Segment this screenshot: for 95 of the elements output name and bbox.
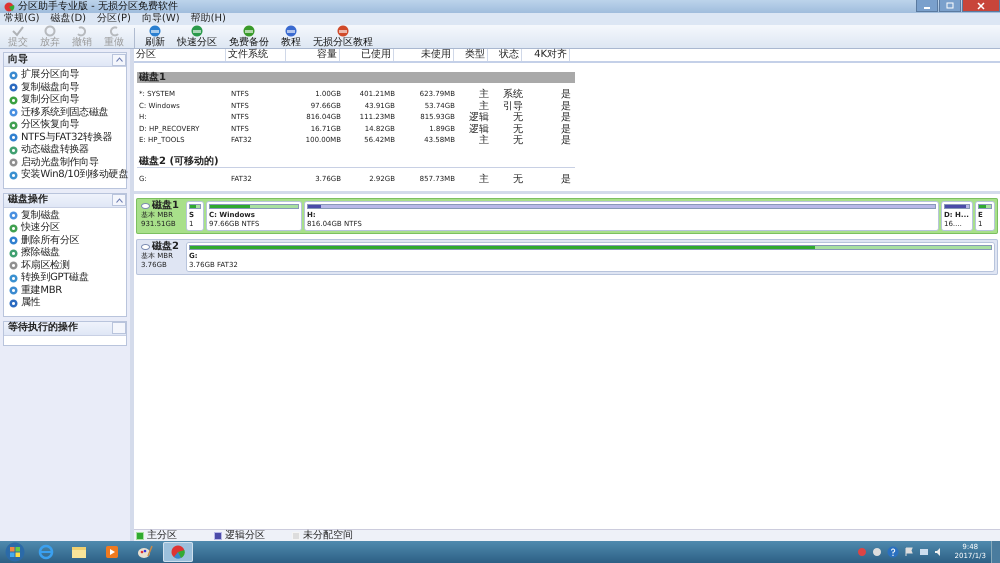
panel-title: 等待执行的操作 [7,322,78,334]
maximize-button[interactable] [939,0,961,12]
app-icon [70,544,88,560]
collapse-button[interactable] [112,194,126,206]
table-cell-text: 是 [560,124,572,135]
disk-group-title: 磁盘2 (可移动的) [139,156,219,166]
column-header[interactable]: 已使用 [340,49,394,61]
table-cell-text: 是 [560,112,572,124]
table-cell-text: 无 [512,135,524,146]
table-cell-text: 无 [512,174,524,185]
sidebar-item[interactable]: 复制磁盘向导 [9,82,126,94]
table-cell-text: 无 [512,124,524,135]
sidebar-item[interactable]: 启动光盘制作向导 [9,156,126,169]
toolbar-icon [43,25,57,37]
column-header[interactable]: 容量 [286,49,340,61]
table-cell-text: 是 [560,89,572,100]
sidebar-item[interactable]: 复制磁盘 [9,210,126,222]
toolbar-icon [75,25,89,37]
menu-item[interactable]: 常规(G) [4,13,40,25]
sidebar-item[interactable]: 删除所有分区 [9,234,126,247]
tray-icon[interactable] [872,547,882,557]
sidebar-item[interactable]: 属性 [9,297,126,310]
sidebar-item[interactable]: 分区恢复向导 [9,119,126,132]
toolbar-icon [284,25,298,37]
sidebar-item[interactable]: 坏扇区检测 [9,260,126,272]
column-header[interactable]: 状态 [488,49,522,61]
sidebar-item[interactable]: 重建MBR [9,284,126,297]
toolbar-button[interactable]: 刷新 [139,25,171,48]
minimize-button[interactable] [916,0,938,12]
app-icon [136,544,154,560]
table-cell-text: 无 [512,112,524,124]
toolbar-icon [107,25,121,37]
sidebar-item[interactable]: 转换到GPT磁盘 [9,272,126,284]
toolbar-icon [242,25,256,37]
toolbar-button[interactable]: 免费备份 [223,25,275,48]
table-cell-text: 逻辑 [468,124,490,134]
disk-icon [141,244,150,250]
table-cell-text: 是 [560,174,572,185]
disk-name: 磁盘2 [152,242,179,252]
sidebar-item[interactable]: 擦除磁盘 [9,247,126,260]
sidebar-item[interactable]: 迁移系统到固态磁盘 [9,106,126,119]
toolbar-icon [11,25,25,37]
close-button[interactable] [962,0,1000,12]
table-cell-text: 是 [560,135,572,146]
table-cell-text: 逻辑 [468,112,490,124]
panel-title: 磁盘操作 [6,194,48,206]
table-cell-text: 主 [478,100,490,112]
disk-name: 磁盘1 [152,201,179,211]
sidebar-item[interactable]: 快速分区 [9,222,126,234]
legend-label: 未分配空间 [303,530,353,541]
app-icon [3,2,15,12]
taskbar-app[interactable] [163,542,193,562]
column-header[interactable]: 分区 [134,49,226,61]
toolbar-button[interactable]: 快速分区 [171,25,223,48]
app-icon [37,544,55,560]
sidebar-item[interactable]: 复制分区向导 [9,94,126,106]
toolbar-icon [190,25,204,37]
disk-icon [141,203,150,209]
maximize-icon [946,2,954,9]
app-icon [169,544,187,560]
toolbar-button[interactable]: 无损分区教程 [307,25,379,48]
panel-title: 向导 [7,54,28,66]
table-cell-text: 是 [560,100,572,112]
table-cell-text: 系统 [502,89,524,100]
windows-logo-icon [5,542,25,562]
sidebar-item[interactable]: 扩展分区向导 [9,69,126,82]
close-icon [977,2,985,10]
legend-label: 逻辑分区 [225,530,265,541]
toolbar-button[interactable]: 教程 [275,25,307,48]
table-cell-text: 主 [478,135,490,146]
chevron-up-icon [116,198,122,202]
menu-item[interactable]: 分区(P) [97,13,131,25]
legend-label: 主分区 [147,530,177,541]
column-header[interactable]: 类型 [454,49,488,61]
sidebar-item[interactable]: 安装Win8/10到移动硬盘 [9,169,126,182]
chevron-up-icon [116,57,122,62]
toolbar-icon [148,25,162,37]
flag-icon[interactable] [904,547,914,557]
table-cell-text: 主 [478,89,490,100]
column-header[interactable]: 未使用 [394,49,454,61]
toolbar-icon [336,25,350,37]
window-title: 分区助手专业版 - 无损分区免费软件 [18,0,178,12]
app-icon [103,544,121,560]
disk-group-title: 磁盘1 [139,72,166,83]
column-header[interactable]: 4K对齐 [522,49,570,61]
sidebar-item[interactable]: NTFS与FAT32转换器 [9,132,126,144]
menu-item[interactable]: 向导(W) [142,13,180,25]
menu-item[interactable]: 帮助(H) [190,13,226,25]
sidebar-item[interactable]: 动态磁盘转换器 [9,144,126,156]
table-cell-text: 主 [478,174,490,185]
help-icon[interactable] [886,546,899,558]
column-header[interactable]: 文件系统 [226,49,286,61]
menu-item[interactable]: 磁盘(D) [50,13,86,25]
table-cell-text: 引导 [502,100,524,112]
collapse-button[interactable] [112,54,126,66]
